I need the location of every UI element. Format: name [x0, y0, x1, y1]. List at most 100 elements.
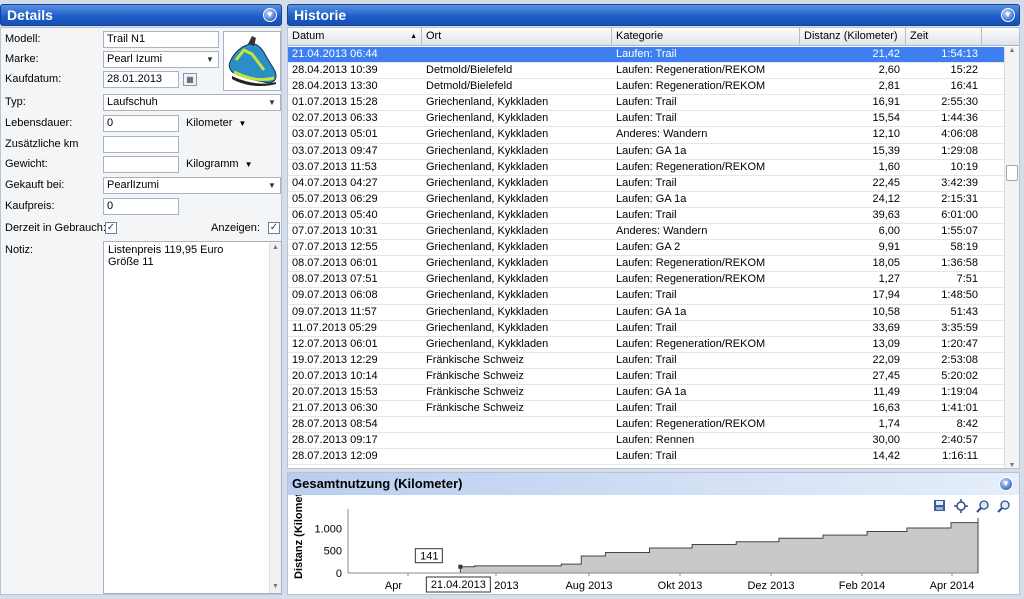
notiz-scrollbar[interactable]: ▲ ▼	[269, 242, 281, 593]
collapse-chart-icon[interactable]: ▼	[999, 477, 1013, 491]
column-header-zeit[interactable]: Zeit	[906, 28, 982, 46]
collapse-historie-icon[interactable]: ▼	[1001, 8, 1015, 22]
cell-kategorie: Laufen: Trail	[616, 369, 677, 382]
gekauft-select[interactable]: PearlIzumi ▼	[103, 177, 281, 194]
cell-kategorie: Laufen: Regeneration/REKOM	[616, 160, 766, 173]
table-row[interactable]: 03.07.2013 05:01 Griechenland, Kykkladen A…	[288, 127, 1006, 144]
table-row[interactable]: 08.07.2013 06:01 Griechenland, Kykkladen L…	[288, 256, 1006, 273]
table-row[interactable]: 03.07.2013 11:53 Griechenland, Kykkladen L…	[288, 160, 1006, 176]
cell-distanz: 24,12	[872, 192, 900, 205]
table-row[interactable]: 05.07.2013 06:29 Griechenland, Kykkladen L…	[288, 192, 1006, 208]
chevron-down-icon[interactable]: ▼	[266, 95, 278, 110]
cell-kategorie: Laufen: Rennen	[616, 434, 695, 447]
x-tick-label: Apr 2014	[930, 580, 975, 592]
cell-zeit: 2:53:08	[941, 353, 978, 366]
notiz-textarea[interactable]: Listenpreis 119,95 Euro Größe 11 ▲ ▼	[103, 241, 282, 594]
cell-kategorie: Laufen: Trail	[616, 321, 677, 334]
table-row[interactable]: 28.07.2013 08:54 Laufen: Regeneration/REK…	[288, 417, 1006, 434]
table-row[interactable]: 03.07.2013 09:47 Griechenland, Kykkladen L…	[288, 144, 1006, 160]
table-row[interactable]: 21.07.2013 06:30 Fränkische Schweiz Laufen…	[288, 401, 1006, 418]
table-row[interactable]: 07.07.2013 12:55 Griechenland, Kykkladen L…	[288, 240, 1006, 257]
cell-ort: Fränkische Schweiz	[426, 402, 524, 415]
table-row[interactable]: 28.07.2013 12:09 Laufen: Trail 14,42 1:16:1…	[288, 449, 1006, 466]
cell-kategorie: Laufen: Trail	[616, 112, 677, 125]
table-row[interactable]: 20.07.2013 10:14 Fränkische Schweiz Laufen…	[288, 369, 1006, 385]
table-row[interactable]: 12.07.2013 06:01 Griechenland, Kykkladen L…	[288, 337, 1006, 353]
gewicht-unit-select[interactable]: Kilogramm ▼	[186, 158, 253, 170]
cell-distanz: 39,63	[872, 208, 900, 221]
cell-zeit: 58:19	[950, 241, 978, 254]
column-header-ort[interactable]: Ort	[422, 28, 612, 46]
table-row[interactable]: 02.07.2013 06:33 Griechenland, Kykkladen L…	[288, 111, 1006, 128]
table-row[interactable]: 06.07.2013 05:40 Griechenland, Kykkladen L…	[288, 208, 1006, 225]
lebensdauer-unit-select[interactable]: Kilometer ▼	[186, 117, 246, 129]
cell-kategorie: Laufen: Regeneration/REKOM	[616, 337, 766, 350]
cell-datum: 07.07.2013 12:55	[292, 241, 378, 254]
marke-value: Pearl Izumi	[107, 53, 163, 65]
cell-kategorie: Laufen: GA 1a	[616, 305, 687, 318]
usage-area	[348, 518, 979, 574]
column-header-kategorie[interactable]: Kategorie	[612, 28, 800, 46]
scroll-thumb[interactable]	[1006, 165, 1018, 181]
kaufpreis-input[interactable]: 0	[103, 198, 179, 215]
cell-ort: Griechenland, Kykkladen	[426, 160, 549, 173]
typ-label: Typ:	[5, 96, 26, 108]
table-row[interactable]: 07.07.2013 10:31 Griechenland, Kykkladen A…	[288, 224, 1006, 241]
column-header-datum[interactable]: Datum ▲	[288, 28, 422, 46]
historie-scrollbar[interactable]: ▲ ▼	[1004, 47, 1019, 468]
cell-zeit: 8:42	[956, 418, 978, 431]
cell-distanz: 21,42	[872, 48, 900, 60]
lebensdauer-input[interactable]: 0	[103, 115, 179, 132]
kaufdatum-input[interactable]: 28.01.2013	[103, 71, 179, 88]
zusatz-input[interactable]	[103, 136, 179, 153]
marke-select[interactable]: Pearl Izumi ▼	[103, 51, 219, 68]
cell-datum: 28.04.2013 10:39	[292, 64, 378, 77]
gewicht-row: Gewicht: Kilogramm ▼	[1, 156, 283, 174]
gebrauch-checkbox[interactable]: ✓	[105, 222, 117, 234]
table-row[interactable]: 28.07.2013 09:17 Laufen: Rennen 30,00 2:40:…	[288, 433, 1006, 450]
chart-title: Gesamtnutzung (Kilometer)	[292, 476, 463, 491]
cell-distanz: 22,45	[872, 176, 900, 189]
table-row[interactable]: 09.07.2013 06:08 Griechenland, Kykkladen L…	[288, 288, 1006, 305]
gewicht-input[interactable]	[103, 156, 179, 173]
table-row[interactable]: 28.04.2013 13:30 Detmold/Bielefeld Laufen:…	[288, 79, 1006, 96]
x-tick-label: Aug 2013	[565, 580, 612, 592]
usage-chart[interactable]: 1.0005000Distanz (Kilometer)Apr Jun 2013 A…	[288, 495, 1019, 595]
collapse-details-icon[interactable]: ▼	[263, 8, 277, 22]
historie-panel: Datum ▲ Ort Kategorie Distanz (Kilometer…	[287, 27, 1020, 469]
table-row[interactable]: 20.07.2013 15:53 Fränkische Schweiz Laufen…	[288, 385, 1006, 402]
chevron-down-icon[interactable]: ▼	[204, 52, 216, 67]
table-row[interactable]: 08.07.2013 07:51 Griechenland, Kykkladen L…	[288, 272, 1006, 289]
cell-distanz: 2,81	[878, 80, 900, 93]
cell-zeit: 1:54:13	[941, 48, 978, 60]
chevron-down-icon: ▼	[238, 119, 247, 128]
cell-kategorie: Anderes: Wandern	[616, 225, 708, 238]
cell-ort: Griechenland, Kykkladen	[426, 208, 549, 221]
x-tick-label: Apr	[385, 580, 402, 592]
kaufpreis-label: Kaufpreis:	[5, 200, 55, 212]
table-row[interactable]: 19.07.2013 12:29 Fränkische Schweiz Laufen…	[288, 353, 1006, 369]
table-row[interactable]: 04.07.2013 04:27 Griechenland, Kykkladen L…	[288, 176, 1006, 192]
column-header-distanz[interactable]: Distanz (Kilometer)	[800, 28, 906, 46]
cell-datum: 07.07.2013 10:31	[292, 225, 378, 238]
lebensdauer-row: Lebensdauer: 0 Kilometer ▼	[1, 115, 283, 133]
cell-ort: Griechenland, Kykkladen	[426, 112, 549, 125]
typ-row: Typ: Laufschuh ▼	[1, 94, 283, 112]
table-row[interactable]: 01.07.2013 15:28 Griechenland, Kykkladen L…	[288, 95, 1006, 112]
typ-select[interactable]: Laufschuh ▼	[103, 94, 281, 111]
cell-ort: Griechenland, Kykkladen	[426, 273, 549, 286]
table-row[interactable]: 09.07.2013 11:57 Griechenland, Kykkladen L…	[288, 305, 1006, 321]
chevron-down-icon[interactable]: ▼	[266, 178, 278, 193]
cell-datum: 08.07.2013 07:51	[292, 273, 378, 286]
anzeigen-checkbox[interactable]: ✓	[268, 222, 280, 234]
table-row[interactable]: 21.04.2013 06:44 Laufen: Trail 21,42 1:54:1…	[288, 47, 1006, 64]
cursor-date-label: 21.04.2013	[431, 579, 486, 591]
cell-ort: Griechenland, Kykkladen	[426, 305, 549, 318]
cell-kategorie: Laufen: GA 1a	[616, 144, 687, 157]
calendar-icon[interactable]: ▦	[183, 73, 197, 86]
table-row[interactable]: 28.04.2013 10:39 Detmold/Bielefeld Laufen:…	[288, 63, 1006, 80]
table-row[interactable]: 11.07.2013 05:29 Griechenland, Kykkladen L…	[288, 321, 1006, 337]
cell-distanz: 6,00	[878, 225, 900, 238]
modell-input[interactable]: Trail N1	[103, 31, 219, 48]
cell-ort: Griechenland, Kykkladen	[426, 321, 549, 334]
